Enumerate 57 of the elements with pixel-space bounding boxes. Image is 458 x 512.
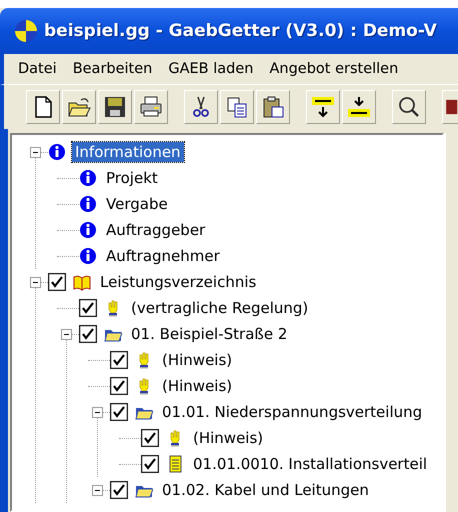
toolbar-button[interactable] xyxy=(184,90,218,124)
tree-item[interactable]: 01.01. Niederspannungsverteilung xyxy=(159,402,426,422)
tree-item[interactable]: (Hinweis) xyxy=(190,428,266,448)
checkbox[interactable] xyxy=(110,377,128,395)
tree-item[interactable]: 01.01.0010. Installationsverteil xyxy=(190,454,430,474)
open-folder-icon xyxy=(67,95,91,119)
info-icon xyxy=(79,195,97,213)
window-title: beispiel.gg - GaebGetter (V3.0) : Demo-V xyxy=(44,21,437,41)
clipboard-icon xyxy=(261,95,285,119)
app-logo-icon xyxy=(14,19,38,43)
export-arrow-icon xyxy=(347,95,371,119)
info-icon xyxy=(79,169,97,187)
toolbar-button[interactable] xyxy=(26,90,60,124)
toolbar-button[interactable] xyxy=(342,90,376,124)
collapse-toggle[interactable] xyxy=(30,276,41,288)
info-icon xyxy=(79,247,97,265)
checkbox[interactable] xyxy=(79,325,97,343)
menu-item[interactable]: Bearbeiten xyxy=(64,61,160,77)
checkbox[interactable] xyxy=(79,299,97,317)
printer-icon xyxy=(139,95,163,119)
tree-item[interactable]: Auftragnehmer xyxy=(103,246,223,266)
checkbox[interactable] xyxy=(110,351,128,369)
toolbar-button[interactable] xyxy=(442,90,458,124)
tree-item[interactable]: Vergabe xyxy=(103,194,171,214)
collapse-toggle[interactable] xyxy=(92,406,103,418)
toolbar-button[interactable] xyxy=(134,90,168,124)
toolbar-button[interactable] xyxy=(220,90,254,124)
tree-item[interactable]: Projekt xyxy=(103,168,161,188)
checkbox[interactable] xyxy=(110,481,128,499)
toolbar-button[interactable] xyxy=(98,90,132,124)
checkbox[interactable] xyxy=(141,455,159,473)
checkbox[interactable] xyxy=(110,403,128,421)
toolbar-button[interactable] xyxy=(62,90,96,124)
tree-item[interactable]: Auftraggeber xyxy=(103,220,208,240)
toolbar-button[interactable] xyxy=(256,90,290,124)
tree-item[interactable]: Informationen xyxy=(72,142,184,162)
checkbox[interactable] xyxy=(48,273,66,291)
tree-item[interactable]: (Hinweis) xyxy=(159,376,236,396)
menu-item[interactable]: Datei xyxy=(10,61,65,77)
tree-item[interactable]: (vertragliche Regelung) xyxy=(128,298,312,318)
tree-item[interactable]: Leistungsverzeichnis xyxy=(97,272,260,292)
info-icon xyxy=(79,221,97,239)
tree-item[interactable]: (Hinweis) xyxy=(159,350,236,370)
toolbar-button[interactable] xyxy=(392,90,426,124)
menu-item[interactable]: Angebot erstellen xyxy=(261,61,406,77)
toolbar-button[interactable] xyxy=(306,90,340,124)
tree-item[interactable]: 01. Beispiel-Straße 2 xyxy=(128,324,290,344)
collapse-toggle[interactable] xyxy=(61,328,72,340)
collapse-toggle[interactable] xyxy=(92,484,103,496)
info-icon xyxy=(48,143,66,161)
tree-item[interactable]: 01.02. Kabel und Leitungen xyxy=(159,480,372,500)
search-icon xyxy=(397,95,421,119)
checkbox[interactable] xyxy=(141,429,159,447)
import-arrow-icon xyxy=(311,95,335,119)
copy-icon xyxy=(225,95,249,119)
collapse-toggle[interactable] xyxy=(30,146,41,158)
menu-item[interactable]: GAEB laden xyxy=(160,61,262,77)
